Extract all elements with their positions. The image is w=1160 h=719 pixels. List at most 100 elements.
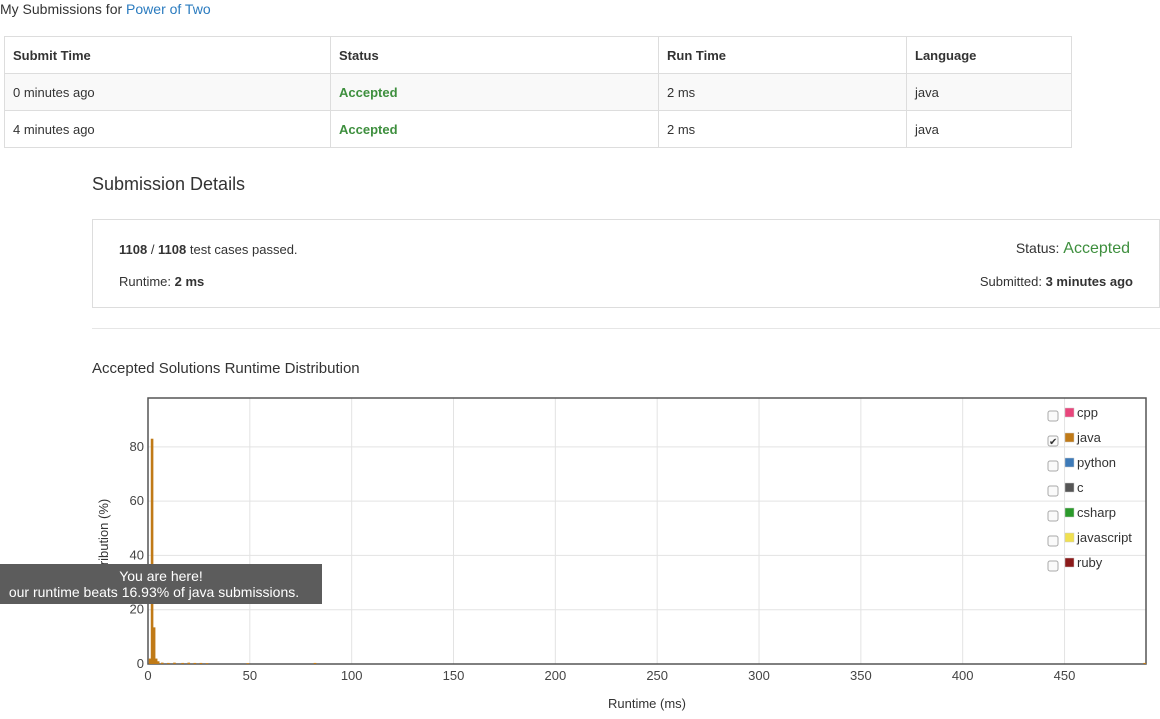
submitted-value: 3 minutes ago: [1045, 274, 1133, 289]
chart-bars: [148, 438, 1146, 664]
x-tick-label: 100: [341, 668, 363, 683]
runtime-tooltip: You are here! our runtime beats 16.93% o…: [0, 564, 322, 604]
legend-label: ruby: [1077, 555, 1103, 570]
legend-checkbox[interactable]: [1047, 535, 1059, 547]
problem-link[interactable]: Power of Two: [126, 1, 211, 17]
y-tick-label: 80: [130, 439, 144, 454]
legend-checkbox[interactable]: [1047, 510, 1059, 522]
cell-run-time: 2 ms: [658, 110, 907, 148]
runtime-distribution-chart: 0 50 100 150 200 250 300 350 400 450 020406080 Ru…: [96, 397, 1147, 711]
legend-swatch: [1064, 407, 1075, 418]
legend-item-cpp[interactable]: cpp: [1047, 405, 1098, 422]
legend-item-csharp[interactable]: csharp: [1047, 505, 1116, 522]
legend-checkbox[interactable]: [1047, 560, 1059, 572]
plot-border: [147, 397, 1147, 665]
legend-swatch: [1064, 482, 1075, 493]
legend-label: javascript: [1076, 530, 1132, 545]
cell-language: java: [906, 73, 1072, 111]
legend-item-javascript[interactable]: javascript: [1047, 530, 1132, 547]
histogram-bar[interactable]: [187, 662, 191, 664]
page-heading: My Submissions for Power of Two: [0, 0, 211, 18]
runtime-value: 2 ms: [174, 274, 205, 289]
legend-swatch: [1064, 457, 1075, 468]
y-axis-label: ribution (%): [96, 499, 111, 565]
cell-run-time: 2 ms: [658, 73, 907, 111]
histogram-bar[interactable]: [205, 663, 209, 664]
total-count: 1108: [158, 242, 187, 257]
x-tick-label: 450: [1054, 668, 1076, 683]
x-tick-label: 150: [443, 668, 465, 683]
distribution-title: Accepted Solutions Runtime Distribution: [92, 360, 360, 377]
x-tick-label: 350: [850, 668, 872, 683]
legend-swatch: [1064, 532, 1075, 543]
x-tick-label: 200: [544, 668, 566, 683]
x-tick-label: 50: [243, 668, 257, 683]
histogram-bar[interactable]: [1143, 662, 1146, 664]
histogram-bar[interactable]: [181, 662, 184, 664]
cell-status-link[interactable]: Accepted: [330, 110, 659, 148]
histogram-bar[interactable]: [160, 662, 164, 664]
heading-prefix: My Submissions for: [0, 1, 123, 17]
x-tick-label: 250: [646, 668, 668, 683]
histogram-bar[interactable]: [313, 662, 317, 664]
legend-item-python[interactable]: python: [1047, 455, 1116, 472]
count-separator: /: [147, 242, 159, 257]
legend-label: c: [1077, 480, 1084, 495]
status-line: Status: Accepted: [1016, 240, 1130, 258]
cell-submit-time: 0 minutes ago: [4, 73, 331, 111]
col-language[interactable]: Language: [906, 36, 1072, 74]
legend-label: java: [1076, 430, 1102, 445]
checkmark-icon: ✔: [1049, 437, 1057, 448]
x-tick-label: 300: [748, 668, 770, 683]
legend-item-java[interactable]: ✔ java: [1047, 430, 1102, 448]
submissions-table: Submit Time Status Run Time Language 0 m…: [4, 36, 1072, 148]
tooltip-line-2: our runtime beats 16.93% of java submiss…: [8, 584, 300, 600]
legend-checkbox[interactable]: [1047, 410, 1059, 422]
histogram-bar[interactable]: [193, 662, 197, 664]
legend-item-ruby[interactable]: ruby: [1047, 555, 1103, 572]
passed-suffix: test cases passed.: [186, 242, 298, 257]
legend-checkbox[interactable]: [1047, 485, 1059, 497]
histogram-bar[interactable]: [199, 662, 203, 664]
y-tick-labels: 020406080: [130, 439, 144, 671]
x-axis-label: Runtime (ms): [608, 696, 686, 711]
legend-label: csharp: [1077, 505, 1116, 520]
table-row[interactable]: 4 minutes ago Accepted 2 ms java: [4, 110, 1072, 148]
cell-language: java: [906, 110, 1072, 148]
submitted-line: Submitted: 3 minutes ago: [980, 274, 1133, 289]
histogram-bar[interactable]: [173, 662, 176, 664]
histogram-bar[interactable]: [167, 662, 170, 664]
legend-label: cpp: [1077, 405, 1098, 420]
table-row[interactable]: 0 minutes ago Accepted 2 ms java: [4, 73, 1072, 111]
legend-swatch: [1064, 557, 1075, 568]
histogram-bar[interactable]: [246, 663, 250, 664]
submitted-label: Submitted:: [979, 274, 1046, 289]
legend-swatch: [1064, 507, 1075, 518]
legend-swatch: [1064, 432, 1075, 443]
col-run-time[interactable]: Run Time: [658, 36, 907, 74]
status-label: Status:: [1015, 240, 1064, 256]
histogram-bar[interactable]: [152, 627, 156, 664]
tooltip-line-1: You are here!: [119, 568, 203, 584]
cell-submit-time: 4 minutes ago: [4, 110, 331, 148]
divider: [92, 328, 1160, 329]
histogram-bar[interactable]: [156, 661, 160, 664]
chart-gridlines: [148, 398, 1146, 664]
table-header-row: Submit Time Status Run Time Language: [4, 36, 1072, 74]
col-status[interactable]: Status: [330, 36, 659, 74]
legend-label: python: [1077, 455, 1116, 470]
cell-status-link[interactable]: Accepted: [330, 73, 659, 111]
runtime-line: Runtime: 2 ms: [119, 274, 204, 289]
submission-details-title: Submission Details: [92, 174, 246, 194]
x-tick-labels: 0 50 100 150 200 250 300 350 400 450: [144, 668, 1075, 683]
submission-details-panel: 1108 / 1108 test cases passed. Runtime: …: [92, 219, 1160, 308]
runtime-label: Runtime:: [119, 274, 175, 289]
legend-checkbox[interactable]: [1047, 460, 1059, 472]
col-submit-time[interactable]: Submit Time: [4, 36, 331, 74]
test-cases-line: 1108 / 1108 test cases passed.: [119, 242, 298, 257]
y-tick-label: 40: [130, 547, 144, 562]
passed-count: 1108: [119, 242, 148, 257]
legend-item-c[interactable]: c: [1047, 480, 1084, 497]
y-tick-label: 0: [137, 656, 144, 671]
x-tick-label: 0: [144, 668, 151, 683]
